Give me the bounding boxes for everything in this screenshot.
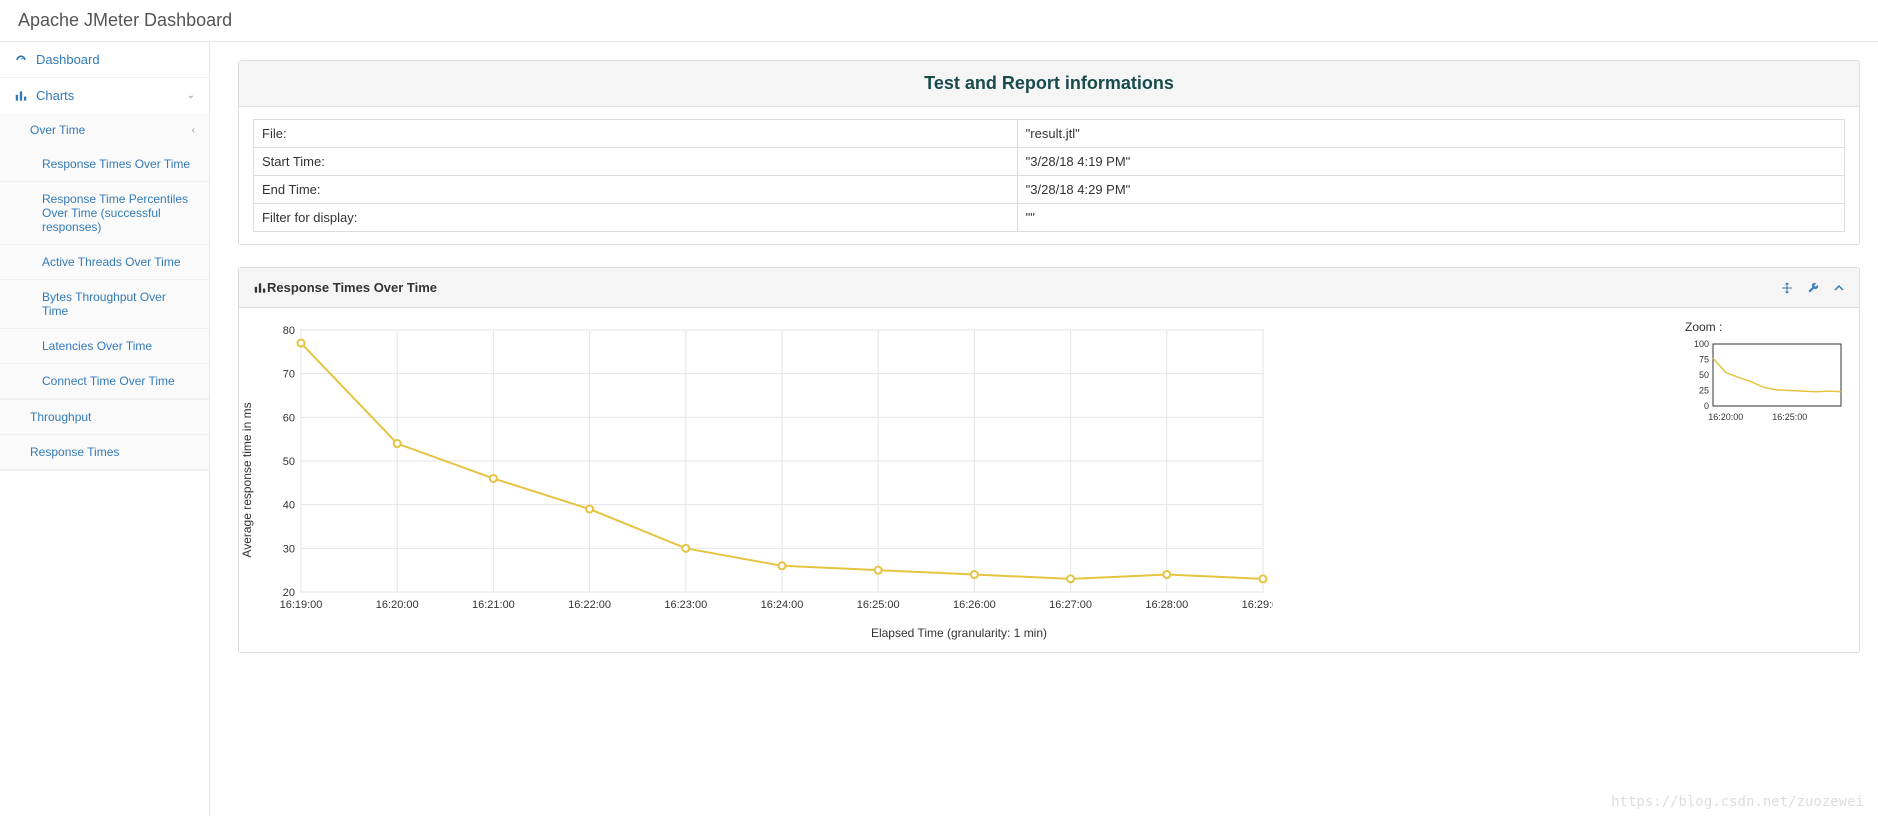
sidebar-item-charts[interactable]: Charts ⌄: [0, 78, 209, 113]
svg-text:50: 50: [283, 456, 295, 468]
svg-text:16:27:00: 16:27:00: [1049, 599, 1092, 611]
chevron-left-icon: ‹: [192, 125, 195, 136]
mini-chart[interactable]: 0 25 50 75 100 16:20:00 16:25:00: [1685, 340, 1845, 426]
sidebar: Dashboard Charts ⌄ Over Time ‹ Response …: [0, 42, 210, 816]
svg-text:30: 30: [283, 543, 295, 555]
sidebar-subitem[interactable]: Bytes Throughput Over Time: [0, 280, 209, 328]
zoom-panel: Zoom : 0 25 50 75 100 16:20:00 16:25:00: [1665, 320, 1845, 640]
cell-label: End Time:: [254, 176, 1018, 204]
svg-text:16:21:00: 16:21:00: [472, 599, 515, 611]
sidebar-label: Charts: [36, 88, 74, 103]
chevron-down-icon: ⌄: [187, 90, 195, 101]
svg-text:16:24:00: 16:24:00: [761, 599, 804, 611]
svg-text:16:25:00: 16:25:00: [857, 599, 900, 611]
report-panel: Test and Report informations File:"resul…: [238, 60, 1860, 245]
sidebar-subitem[interactable]: Connect Time Over Time: [0, 364, 209, 398]
watermark: https://blog.csdn.net/zuozewei: [1611, 794, 1864, 810]
svg-text:40: 40: [283, 500, 295, 512]
sidebar-subitem[interactable]: Response Time Percentiles Over Time (suc…: [0, 182, 209, 244]
x-axis-label: Elapsed Time (granularity: 1 min): [253, 626, 1665, 640]
bar-chart-icon: [253, 281, 267, 295]
sidebar-label: Response Times Over Time: [42, 157, 190, 171]
app-header: Apache JMeter Dashboard: [0, 0, 1878, 42]
tool-move-icon[interactable]: [1781, 282, 1793, 294]
svg-text:70: 70: [283, 369, 295, 381]
svg-text:16:29:00: 16:29:00: [1242, 599, 1273, 611]
svg-text:16:19:00: 16:19:00: [280, 599, 323, 611]
cell-label: Filter for display:: [254, 204, 1018, 232]
tool-collapse-icon[interactable]: [1833, 282, 1845, 294]
svg-text:16:28:00: 16:28:00: [1145, 599, 1188, 611]
sidebar-item-dashboard[interactable]: Dashboard: [0, 42, 209, 77]
table-row: Start Time:"3/28/18 4:19 PM": [254, 148, 1845, 176]
sidebar-label: Active Threads Over Time: [42, 255, 181, 269]
sidebar-subitem[interactable]: Latencies Over Time: [0, 329, 209, 363]
sidebar-label: Dashboard: [36, 52, 100, 67]
chart-panel: Response Times Over Time Average respons…: [238, 267, 1860, 653]
svg-text:16:25:00: 16:25:00: [1772, 412, 1807, 422]
panel-tools: [1781, 282, 1845, 294]
sidebar-item-throughput[interactable]: Throughput: [0, 400, 209, 434]
svg-text:16:23:00: 16:23:00: [664, 599, 707, 611]
chart-title: Response Times Over Time: [267, 280, 437, 295]
sidebar-label: Response Time Percentiles Over Time (suc…: [42, 192, 195, 234]
cell-value: "3/28/18 4:29 PM": [1017, 176, 1844, 204]
sidebar-subitem[interactable]: Active Threads Over Time: [0, 245, 209, 279]
cell-label: File:: [254, 120, 1018, 148]
bar-chart-icon: [14, 89, 28, 103]
sidebar-label: Connect Time Over Time: [42, 374, 175, 388]
sidebar-label: Bytes Throughput Over Time: [42, 290, 195, 318]
svg-text:20: 20: [283, 587, 295, 599]
svg-text:60: 60: [283, 412, 295, 424]
report-panel-header: Test and Report informations: [239, 61, 1859, 107]
svg-text:16:20:00: 16:20:00: [376, 599, 419, 611]
svg-text:16:20:00: 16:20:00: [1708, 412, 1743, 422]
svg-text:75: 75: [1699, 355, 1709, 365]
table-row: Filter for display:"": [254, 204, 1845, 232]
report-table: File:"result.jtl"Start Time:"3/28/18 4:1…: [253, 119, 1845, 232]
sidebar-label: Over Time: [30, 123, 85, 137]
main-content: Test and Report informations File:"resul…: [210, 42, 1878, 816]
cell-label: Start Time:: [254, 148, 1018, 176]
sidebar-item-response-times[interactable]: Response Times: [0, 435, 209, 469]
gauge-icon: [14, 53, 28, 67]
sidebar-label: Throughput: [30, 410, 91, 424]
table-row: File:"result.jtl": [254, 120, 1845, 148]
table-row: End Time:"3/28/18 4:29 PM": [254, 176, 1845, 204]
sidebar-label: Response Times: [30, 445, 119, 459]
sidebar-subitem[interactable]: Response Times Over Time: [0, 147, 209, 181]
svg-text:0: 0: [1704, 401, 1709, 411]
zoom-label: Zoom :: [1685, 320, 1845, 334]
svg-text:100: 100: [1694, 340, 1709, 349]
chart-panel-header: Response Times Over Time: [239, 268, 1859, 308]
cell-value: "": [1017, 204, 1844, 232]
svg-text:16:26:00: 16:26:00: [953, 599, 996, 611]
svg-text:80: 80: [283, 325, 295, 337]
sidebar-item-overtime[interactable]: Over Time ‹: [0, 113, 209, 147]
svg-text:50: 50: [1699, 370, 1709, 380]
app-title: Apache JMeter Dashboard: [18, 10, 1860, 31]
cell-value: "result.jtl": [1017, 120, 1844, 148]
cell-value: "3/28/18 4:19 PM": [1017, 148, 1844, 176]
main-chart[interactable]: Average response time in ms 203040506070…: [253, 320, 1665, 640]
svg-text:16:22:00: 16:22:00: [568, 599, 611, 611]
svg-text:25: 25: [1699, 386, 1709, 396]
tool-wrench-icon[interactable]: [1807, 282, 1819, 294]
sidebar-label: Latencies Over Time: [42, 339, 152, 353]
y-axis-label: Average response time in ms: [240, 402, 254, 557]
report-title: Test and Report informations: [924, 73, 1174, 94]
